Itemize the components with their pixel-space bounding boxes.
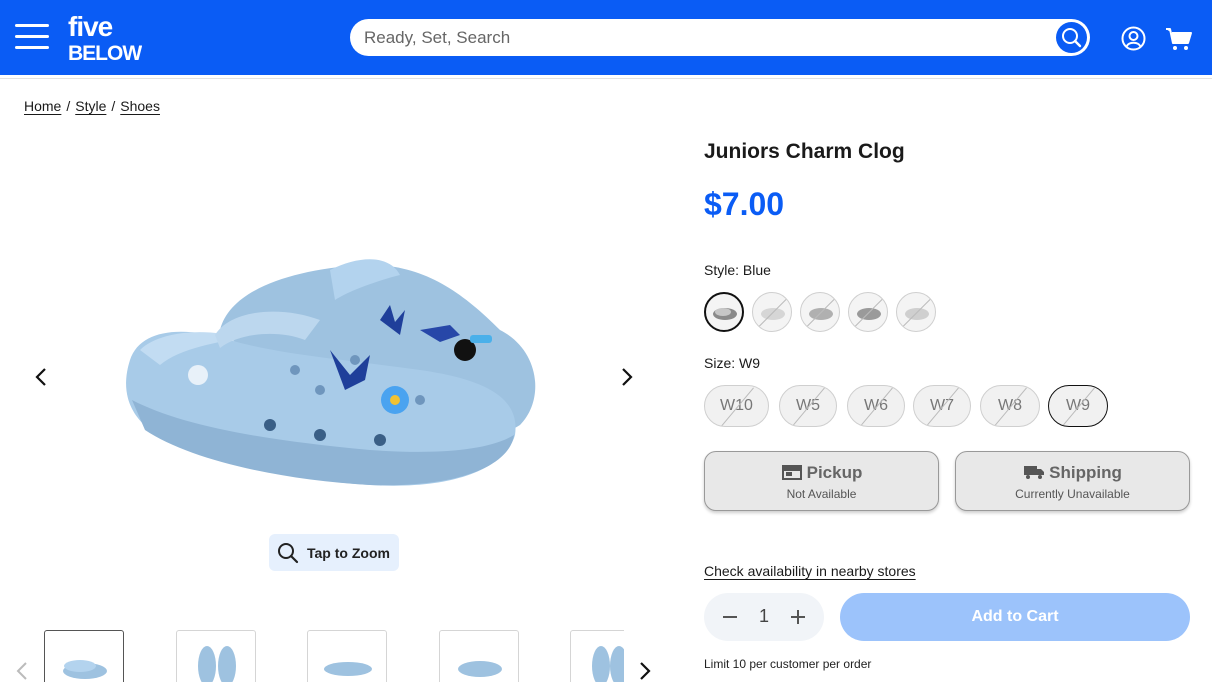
- quantity-stepper: 1: [704, 593, 824, 641]
- breadcrumb-home[interactable]: Home: [24, 98, 61, 114]
- magnifier-icon: [278, 543, 299, 564]
- svg-text:five: five: [68, 11, 113, 42]
- style-swatch[interactable]: [896, 292, 936, 332]
- check-availability-link[interactable]: Check availability in nearby stores: [704, 563, 916, 579]
- product-title: Juniors Charm Clog: [704, 140, 905, 163]
- thumbnail-strip: [44, 630, 624, 682]
- breadcrumb-shoes[interactable]: Shoes: [120, 98, 160, 114]
- header-divider: [0, 78, 1212, 79]
- size-option[interactable]: W5: [779, 385, 837, 427]
- pickup-title: Pickup: [705, 463, 938, 483]
- thumbnail[interactable]: [307, 630, 387, 682]
- purchase-limit-note: Limit 10 per customer per order: [704, 657, 872, 671]
- size-option[interactable]: W9: [1048, 385, 1108, 427]
- minus-icon[interactable]: [720, 605, 740, 629]
- style-label: Style: Blue: [704, 262, 771, 278]
- size-option[interactable]: W6: [847, 385, 905, 427]
- site-header: five BELOW: [0, 0, 1212, 75]
- shipping-title: Shipping: [956, 463, 1189, 483]
- plus-icon[interactable]: [788, 605, 808, 629]
- style-value: Blue: [742, 262, 771, 278]
- account-icon[interactable]: [1121, 26, 1146, 51]
- store-icon: [781, 465, 802, 480]
- shipping-title-text: Shipping: [1049, 463, 1122, 482]
- search-input[interactable]: [364, 19, 1044, 56]
- shipping-option[interactable]: Shipping Currently Unavailable: [955, 451, 1190, 511]
- size-label-prefix: Size:: [704, 355, 740, 371]
- pickup-status: Not Available: [786, 487, 857, 501]
- thumbnail[interactable]: [439, 630, 519, 682]
- thumb-prev-chevron-icon[interactable]: [15, 660, 29, 682]
- size-option[interactable]: W7: [913, 385, 971, 427]
- chevron-left-icon[interactable]: [34, 366, 48, 388]
- thumbnail[interactable]: [176, 630, 256, 682]
- style-swatch[interactable]: [704, 292, 744, 332]
- size-option[interactable]: W8: [980, 385, 1040, 427]
- truck-icon: [1024, 466, 1045, 479]
- pickup-title-text: Pickup: [806, 463, 863, 482]
- zoom-label: Tap to Zoom: [307, 545, 390, 561]
- thumb-next-chevron-icon[interactable]: [638, 660, 652, 682]
- style-label-prefix: Style:: [704, 262, 743, 278]
- shipping-status: Currently Unavailable: [1015, 487, 1130, 501]
- style-swatch[interactable]: [752, 292, 792, 332]
- five-below-logo[interactable]: five BELOW: [66, 11, 142, 63]
- thumbnail[interactable]: [44, 630, 124, 682]
- search-button[interactable]: [1056, 22, 1087, 53]
- size-option[interactable]: W10: [704, 385, 769, 427]
- cart-icon[interactable]: [1165, 27, 1193, 51]
- pickup-option[interactable]: Pickup Not Available: [704, 451, 939, 511]
- svg-text:BELOW: BELOW: [68, 42, 142, 63]
- breadcrumb: Home / Style / Shoes: [24, 98, 160, 114]
- breadcrumb-separator: /: [66, 98, 71, 114]
- breadcrumb-separator: /: [111, 98, 116, 114]
- style-swatch[interactable]: [848, 292, 888, 332]
- quantity-value[interactable]: 1: [754, 606, 774, 627]
- search-icon: [1062, 28, 1082, 48]
- product-image[interactable]: [120, 250, 552, 500]
- size-label: Size: W9: [704, 355, 760, 371]
- menu-icon[interactable]: [15, 24, 49, 50]
- product-price: $7.00: [704, 186, 785, 222]
- style-swatch[interactable]: [800, 292, 840, 332]
- thumbnail[interactable]: [570, 630, 624, 682]
- chevron-right-icon[interactable]: [620, 366, 634, 388]
- tap-to-zoom-button[interactable]: Tap to Zoom: [269, 534, 399, 571]
- search-bar: [350, 19, 1090, 56]
- add-to-cart-button[interactable]: Add to Cart: [840, 593, 1190, 641]
- breadcrumb-style[interactable]: Style: [75, 98, 106, 114]
- size-value: W9: [739, 355, 761, 371]
